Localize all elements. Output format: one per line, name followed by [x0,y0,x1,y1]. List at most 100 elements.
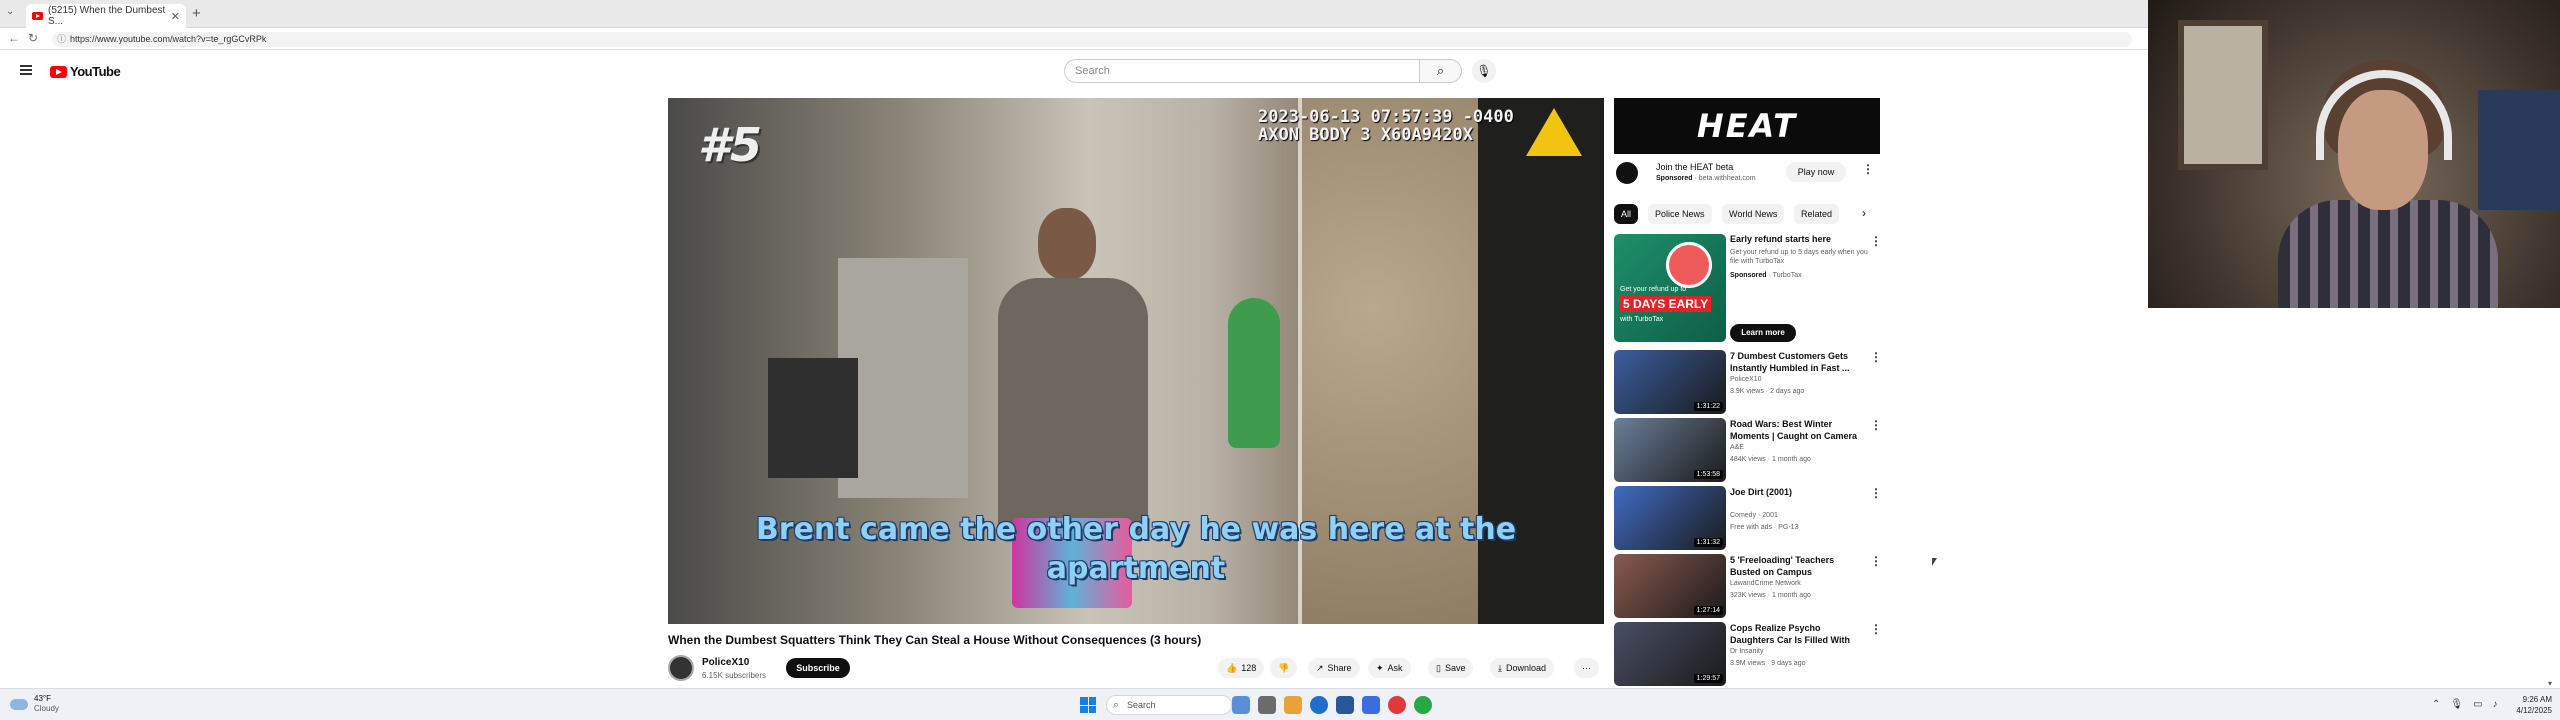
browser-tabbar: ⌄ (5215) When the Dumbest S... ✕ + [0,0,2148,28]
download-button[interactable]: ⤓ Download [1490,658,1555,678]
voice-search-button[interactable]: 🎙 [1472,59,1496,83]
channel-name[interactable]: PoliceX10 [1730,376,1762,383]
youtube-header: YouTube Search ⌕ 🎙 [0,50,2148,94]
heat-logo-icon [1616,162,1638,184]
channel-name[interactable]: A&E [1730,444,1744,451]
scroll-down-arrow-icon[interactable]: ▾ [2548,679,2552,688]
list-item[interactable]: 1:53:58 Road Wars: Best Winter Moments | … [1614,418,1882,484]
play-now-button[interactable]: Play now [1786,162,1846,182]
teams-icon[interactable] [1362,696,1380,714]
video-title[interactable]: 7 Dumbest Customers Gets Instantly Humbl… [1730,350,1866,374]
video-thumbnail[interactable]: 1:31:32 [1614,486,1726,550]
video-thumbnail[interactable]: 1:31:22 [1614,350,1726,414]
video-title[interactable]: 5 'Freeloading' Teachers Busted on Campu… [1730,554,1866,578]
list-item[interactable]: 1:27:14 5 'Freeloading' Teachers Busted o… [1614,554,1882,620]
subscribe-button[interactable]: Subscribe [786,658,850,678]
weather-temp: 43°F [34,694,51,703]
video-title[interactable]: Joe Dirt (2001) [1730,486,1866,498]
reload-icon[interactable]: ↻ [28,31,38,45]
chip-police-news[interactable]: Police News [1648,204,1712,224]
channel-name[interactable]: Comedy · 2001 [1730,512,1778,519]
rank-overlay: #5 [698,118,763,172]
like-button[interactable]: 👍 128 [1218,658,1265,678]
thumb-line1: Get your refund up to [1620,286,1687,293]
taskbar-search[interactable]: Search [1106,695,1232,715]
file-explorer-icon[interactable] [1284,696,1302,714]
ask-button[interactable]: ✦ Ask [1368,658,1411,678]
more-actions-button[interactable]: ⋯ [1574,658,1599,678]
video-duration: 1:31:22 [1693,402,1723,411]
list-item[interactable]: 1:31:22 7 Dumbest Customers Gets Instantl… [1614,350,1882,416]
windows-taskbar: 43°F Cloudy Search ⌃ 🎙 ▭ ♪ 9:26 AM 4/12/… [0,688,2560,720]
channel-avatar[interactable] [668,655,694,681]
turbotax-ad[interactable]: Get your refund up to 5 DAYS EARLY with … [1614,234,1882,344]
new-tab-button[interactable]: + [192,5,201,22]
save-button[interactable]: ▯ Save [1428,658,1474,678]
video-thumbnail[interactable]: 1:27:14 [1614,554,1726,618]
channel-subscribers: 6.15K subscribers [702,671,767,680]
chip-world-news[interactable]: World News [1722,204,1785,224]
logo-text: YouTube [70,64,121,79]
list-item[interactable]: 1:31:32 Joe Dirt (2001) Comedy · 2001 Free … [1614,486,1882,552]
video-meta: 3.9M views · 9 days ago [1730,660,1806,667]
task-view-icon[interactable] [1258,696,1276,714]
spotify-icon[interactable] [1414,696,1432,714]
taskbar-clock[interactable]: 9:26 AM 4/12/2025 [2512,694,2552,716]
chevron-right-icon[interactable]: › [1862,206,1866,220]
chrome-icon[interactable] [1388,696,1406,714]
video-thumbnail[interactable]: 1:53:58 [1614,418,1726,482]
video-thumbnail[interactable]: 1:29:57 [1614,622,1726,686]
thumbs-up-icon: 👍 [1226,663,1238,673]
search-input[interactable]: Search [1064,59,1420,83]
ad-more-icon[interactable]: ⋮ [1862,162,1874,176]
edge-icon[interactable] [1310,696,1328,714]
channel-name[interactable]: LawandCrime Network [1730,580,1801,587]
like-count: 128 [1241,663,1257,673]
tray-chevron-icon[interactable]: ⌃ [2432,699,2440,710]
ad-card-title[interactable]: Early refund starts here [1730,234,1831,244]
youtube-logo[interactable]: YouTube [50,64,121,79]
share-button[interactable]: ↗ Share [1308,658,1360,678]
heat-ad-banner[interactable]: HEAT [1614,98,1880,154]
more-options-icon[interactable]: ⋮ [1870,554,1882,568]
chip-all[interactable]: All [1614,204,1639,224]
windows-start-icon[interactable] [1080,697,1096,713]
mouse-cursor-icon [1932,558,1937,566]
volume-icon[interactable]: ♪ [2493,699,2498,710]
menu-icon[interactable] [20,65,32,75]
list-item[interactable]: 1:29:57 Cops Realize Psycho Daughters Car… [1614,622,1882,688]
video-meta: 3.9K views · 2 days ago [1730,388,1805,395]
more-options-icon[interactable]: ⋮ [1870,418,1882,432]
chip-related[interactable]: Related [1794,204,1840,224]
url-field[interactable]: https://www.youtube.com/watch?v=te_rgGCv… [52,32,2132,47]
store-icon[interactable] [1336,696,1354,714]
ad-card-sponsor: Sponsored · TurboTax [1730,272,1802,279]
back-arrow-icon[interactable]: ← [8,31,20,45]
channel-name[interactable]: PoliceX10 [702,657,749,668]
tab-list-chevron-icon[interactable]: ⌄ [6,6,14,17]
learn-more-button[interactable]: Learn more [1730,324,1796,342]
heat-ad-domain: beta.withheat.com [1698,175,1756,182]
weather-widget[interactable]: 43°F Cloudy [10,694,59,714]
channel-name[interactable]: Dr Insanity [1730,648,1763,655]
network-icon[interactable]: ▭ [2473,699,2482,710]
video-duration: 1:31:32 [1693,538,1723,547]
copilot-icon[interactable] [1232,696,1250,714]
tab-close-icon[interactable]: ✕ [171,10,180,23]
mic-tray-icon[interactable]: 🎙 [2450,699,2463,710]
video-player[interactable]: #5 2023-06-13 07:57:39 -0400 AXON BODY 3… [668,98,1604,624]
video-title[interactable]: Road Wars: Best Winter Moments | Caught … [1730,418,1866,442]
search-button[interactable]: ⌕ [1420,59,1462,83]
video-title[interactable]: Cops Realize Psycho Daughters Car Is Fil… [1730,622,1866,646]
dislike-button[interactable]: 👎 [1270,658,1298,678]
more-options-icon[interactable]: ⋮ [1870,350,1882,364]
ad-card-more-icon[interactable]: ⋮ [1870,234,1882,248]
browser-tab[interactable]: (5215) When the Dumbest S... ✕ [26,4,186,28]
more-options-icon[interactable]: ⋮ [1870,486,1882,500]
search-icon: ⌕ [1436,63,1445,78]
bookmark-icon: ▯ [1436,663,1441,673]
more-options-icon[interactable]: ⋮ [1870,622,1882,636]
turbotax-thumbnail[interactable]: Get your refund up to 5 DAYS EARLY with … [1614,234,1726,342]
page-scrollbar[interactable]: ▾ [2548,98,2558,688]
heat-ad-title[interactable]: Join the HEAT beta [1656,162,1733,172]
